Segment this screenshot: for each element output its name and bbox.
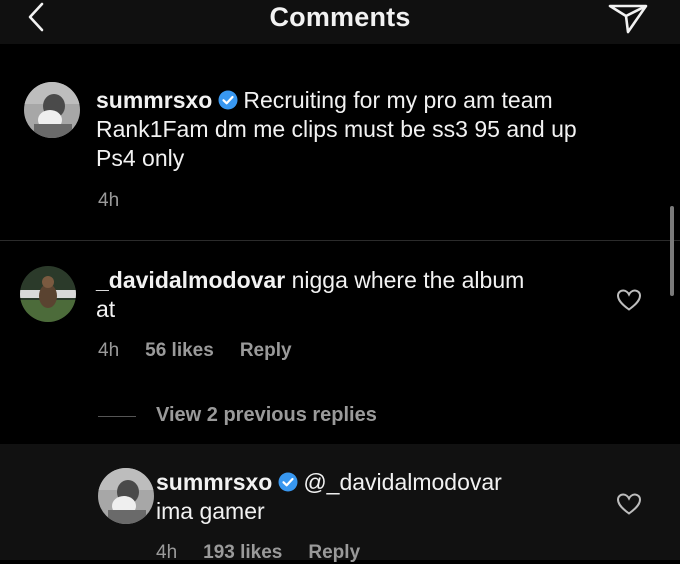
comment-likes-count[interactable]: 56 likes [145, 340, 214, 361]
caption-text: summrsxo Recruiting for my pro am team Ra… [96, 86, 656, 173]
comment-timestamp: 4h [98, 340, 120, 361]
reply-meta: 4h 193 likes Reply [156, 542, 386, 564]
reply-message: ima gamer [156, 498, 265, 524]
comment-like-heart-icon[interactable] [616, 288, 642, 312]
caption-avatar[interactable] [24, 82, 80, 138]
reply-text: summrsxo @_davidalmodovar ima gamer [156, 468, 596, 526]
comment-username[interactable]: _davidalmodovar [96, 267, 285, 293]
header-bar: Comments [0, 0, 680, 44]
page-title: Comments [269, 2, 411, 32]
comment-meta: 4h 56 likes Reply [98, 340, 318, 362]
view-previous-replies-button[interactable]: View 2 previous replies [156, 404, 377, 427]
view-replies-line [98, 416, 136, 417]
comment-avatar[interactable] [20, 266, 76, 322]
comment-text: _davidalmodovar nigga where the album at [96, 266, 596, 324]
caption-line-3: Ps4 only [96, 145, 185, 171]
caption-line-1: Recruiting for my pro am team [243, 87, 553, 113]
caption-divider [0, 240, 680, 241]
scrollbar[interactable] [670, 206, 674, 296]
caption-meta: 4h [98, 190, 145, 212]
caption-line-2: Rank1Fam dm me clips must be ss3 95 and … [96, 116, 577, 142]
caption-timestamp: 4h [98, 190, 120, 211]
comment-reply-button[interactable]: Reply [240, 340, 292, 361]
verified-badge-icon [218, 90, 238, 110]
comment-line-2: at [96, 296, 116, 322]
verified-badge-icon [278, 472, 298, 492]
reply-like-heart-icon[interactable] [616, 492, 642, 516]
direct-message-icon[interactable] [606, 0, 650, 36]
reply-username[interactable]: summrsxo [156, 469, 272, 495]
reply-avatar[interactable] [98, 468, 154, 524]
reply-mention[interactable]: @_davidalmodovar [303, 469, 502, 495]
caption-username[interactable]: summrsxo [96, 87, 212, 113]
comment-line-1: nigga where the album [291, 267, 525, 293]
